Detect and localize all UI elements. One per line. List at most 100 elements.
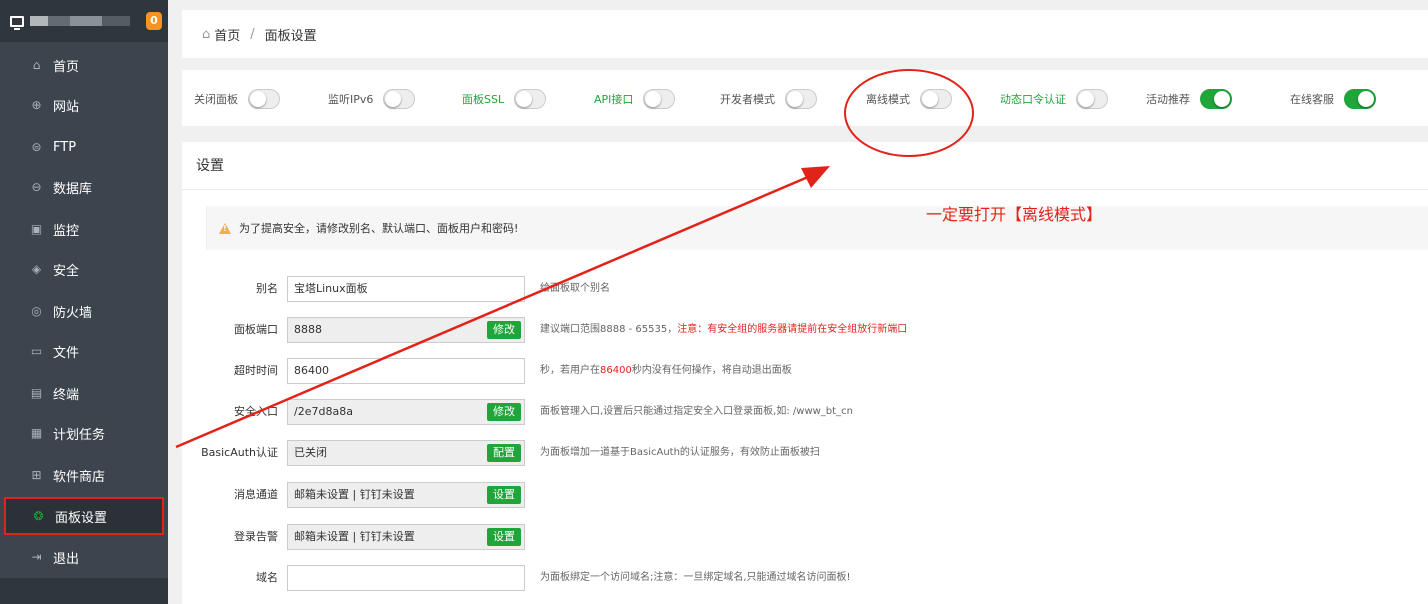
setting-row: 登录告警 邮箱未设置 | 钉钉未设置 设置 bbox=[182, 524, 1428, 550]
setting-input[interactable]: 邮箱未设置 | 钉钉未设置 设置 bbox=[287, 524, 525, 550]
setting-row: 安全入口/2e7d8a8a 修改 面板管理入口,设置后只能通过指定安全入口登录面板,… bbox=[182, 399, 1428, 425]
sidebar-footer bbox=[0, 578, 168, 604]
switch-item: API接口 bbox=[594, 89, 676, 109]
calendar-icon: ▦ bbox=[30, 425, 43, 440]
ftp-icon: ⊜ bbox=[31, 139, 42, 154]
setting-hint: 建议端口范围8888 - 65535，注意：有安全组的服务器请提前在安全组放行新… bbox=[540, 317, 907, 343]
shield-icon: ◈ bbox=[31, 261, 42, 276]
home-icon[interactable]: ⌂ bbox=[202, 27, 210, 42]
sidebar-item[interactable]: ⊕ 网站 bbox=[4, 86, 164, 124]
sidebar-item[interactable]: ⊞ 软件商店 bbox=[4, 456, 164, 494]
sidebar-item[interactable]: ▦ 计划任务 bbox=[4, 414, 164, 452]
toggle-switch[interactable] bbox=[514, 89, 547, 109]
setting-label: BasicAuth认证 bbox=[201, 446, 278, 459]
switch-label: 活动推荐 bbox=[1146, 93, 1190, 106]
sidebar-item[interactable]: ◎ 防火墙 bbox=[4, 292, 164, 330]
warning-text: 为了提高安全，请修改别名、默认端口、面板用户和密码! bbox=[239, 222, 519, 235]
setting-label: 别名 bbox=[256, 282, 278, 295]
switch-item: 关闭面板 bbox=[194, 89, 280, 109]
toggle-switch[interactable] bbox=[1076, 89, 1108, 109]
sidebar-item-label: 数据库 bbox=[53, 181, 93, 197]
switch-label: 离线模式 bbox=[866, 93, 910, 106]
toggle-switch[interactable] bbox=[1344, 89, 1376, 109]
sidebar-item-label: 计划任务 bbox=[53, 427, 106, 443]
setting-input[interactable]: 邮箱未设置 | 钉钉未设置 设置 bbox=[287, 482, 525, 508]
toggle-switch[interactable] bbox=[920, 89, 952, 109]
breadcrumb-home[interactable]: 首页 bbox=[214, 25, 240, 44]
setting-action-button[interactable]: 设置 bbox=[487, 528, 521, 546]
toggle-knob bbox=[385, 91, 402, 107]
setting-input[interactable] bbox=[287, 565, 525, 591]
setting-action-button[interactable]: 设置 bbox=[487, 486, 521, 504]
switch-item: 离线模式 bbox=[866, 89, 952, 109]
sidebar-item[interactable]: ▣ 监控 bbox=[4, 210, 164, 248]
toggle-knob bbox=[787, 91, 803, 107]
setting-action-button[interactable]: 修改 bbox=[487, 403, 521, 421]
switch-label: 在线客服 bbox=[1290, 93, 1334, 106]
hint-text: 面板管理入口,设置后只能通过指定安全入口登录面板,如: /www_bt_cn bbox=[540, 406, 853, 417]
gear-icon: ❂ bbox=[33, 508, 44, 523]
sidebar-item-label: 软件商店 bbox=[53, 469, 106, 485]
sidebar-item-label: FTP bbox=[53, 139, 77, 155]
sidebar-item[interactable]: ⇥ 退出 bbox=[4, 538, 164, 576]
setting-value: 邮箱未设置 | 钉钉未设置 bbox=[294, 488, 415, 501]
setting-action-button[interactable]: 修改 bbox=[487, 321, 521, 339]
toggle-knob bbox=[1358, 91, 1374, 107]
switch-label: 面板SSL bbox=[462, 93, 505, 106]
sidebar-item-label: 安全 bbox=[53, 263, 80, 279]
globe-icon: ⊕ bbox=[31, 97, 42, 112]
setting-value: 8888 bbox=[294, 323, 322, 336]
setting-input[interactable]: 8888 修改 bbox=[287, 317, 525, 343]
notification-badge[interactable]: 0 bbox=[146, 12, 162, 30]
setting-value: 邮箱未设置 | 钉钉未设置 bbox=[294, 530, 415, 543]
sidebar-item[interactable]: ▤ 终端 bbox=[4, 374, 164, 412]
logout-icon: ⇥ bbox=[31, 549, 42, 564]
switch-item: 活动推荐 bbox=[1146, 89, 1232, 109]
toggle-switch[interactable] bbox=[643, 89, 676, 109]
switch-item: 监听IPv6 bbox=[328, 89, 416, 109]
breadcrumb-current: 面板设置 bbox=[264, 28, 317, 44]
toggle-knob bbox=[1214, 91, 1230, 107]
sidebar-item-label: 退出 bbox=[53, 551, 80, 567]
sidebar-item[interactable]: ⌂ 首页 bbox=[4, 46, 164, 84]
security-warning: 为了提高安全，请修改别名、默认端口、面板用户和密码! bbox=[206, 206, 1428, 250]
sidebar-header: 0 bbox=[0, 0, 168, 42]
monitor-icon: ▣ bbox=[30, 221, 43, 236]
server-address-redacted bbox=[30, 16, 130, 26]
hint-text: 给面板取个别名 bbox=[540, 283, 610, 294]
toggle-switch[interactable] bbox=[248, 89, 280, 109]
switch-label: 动态口令认证 bbox=[1000, 93, 1066, 106]
setting-row: 消息通道 邮箱未设置 | 钉钉未设置 设置 bbox=[182, 482, 1428, 508]
setting-input[interactable]: 宝塔Linux面板 bbox=[287, 276, 525, 302]
sidebar-item[interactable]: ⊖ 数据库 bbox=[4, 168, 164, 206]
setting-hint: 面板管理入口,设置后只能通过指定安全入口登录面板,如: /www_bt_cn bbox=[540, 399, 853, 425]
toggle-knob bbox=[922, 91, 938, 107]
setting-label: 消息通道 bbox=[234, 488, 278, 501]
main-content: ⌂ 首页 / 面板设置 关闭面板 监听IPv6 面板SSL API接口 开发者模式 离线模… bbox=[182, 0, 1428, 604]
toggle-switch[interactable] bbox=[1200, 89, 1232, 109]
hint-text: 建议端口范围8888 - 65535， bbox=[540, 324, 678, 335]
sidebar: 0 ⌂ 首页 ⊕ 网站 ⊜ FTP ⊖ 数据库 ▣ 监控 ◈ 安全 ◎ 防火墙 ▭ 文件 ▤ 终端 ▦ 计划任务 ⊞ 软件… bbox=[0, 0, 168, 604]
toggle-switch[interactable] bbox=[785, 89, 817, 109]
switch-item: 动态口令认证 bbox=[1000, 89, 1108, 109]
switch-item: 开发者模式 bbox=[720, 89, 817, 109]
switch-item: 在线客服 bbox=[1290, 89, 1376, 109]
sidebar-item[interactable]: ▭ 文件 bbox=[4, 332, 164, 370]
setting-value: 宝塔Linux面板 bbox=[294, 282, 368, 295]
home-icon: ⌂ bbox=[32, 57, 41, 72]
server-monitor-icon bbox=[10, 15, 24, 30]
switch-label: 开发者模式 bbox=[720, 93, 775, 106]
database-icon: ⊖ bbox=[31, 179, 42, 194]
toggle-switch[interactable] bbox=[383, 89, 416, 109]
sidebar-item-label: 防火墙 bbox=[53, 305, 93, 321]
setting-input[interactable]: 已关闭 配置 bbox=[287, 440, 525, 466]
sidebar-item[interactable]: ❂ 面板设置 bbox=[4, 497, 164, 535]
setting-input[interactable]: 86400 bbox=[287, 358, 525, 384]
setting-hint: 秒，若用户在86400秒内没有任何操作，将自动退出面板 bbox=[540, 358, 792, 384]
setting-action-button[interactable]: 配置 bbox=[487, 444, 521, 462]
setting-input[interactable]: /2e7d8a8a 修改 bbox=[287, 399, 525, 425]
setting-value: /2e7d8a8a bbox=[294, 405, 353, 418]
sidebar-item-label: 首页 bbox=[53, 59, 80, 75]
sidebar-item[interactable]: ◈ 安全 bbox=[4, 250, 164, 288]
sidebar-item[interactable]: ⊜ FTP bbox=[4, 128, 164, 166]
